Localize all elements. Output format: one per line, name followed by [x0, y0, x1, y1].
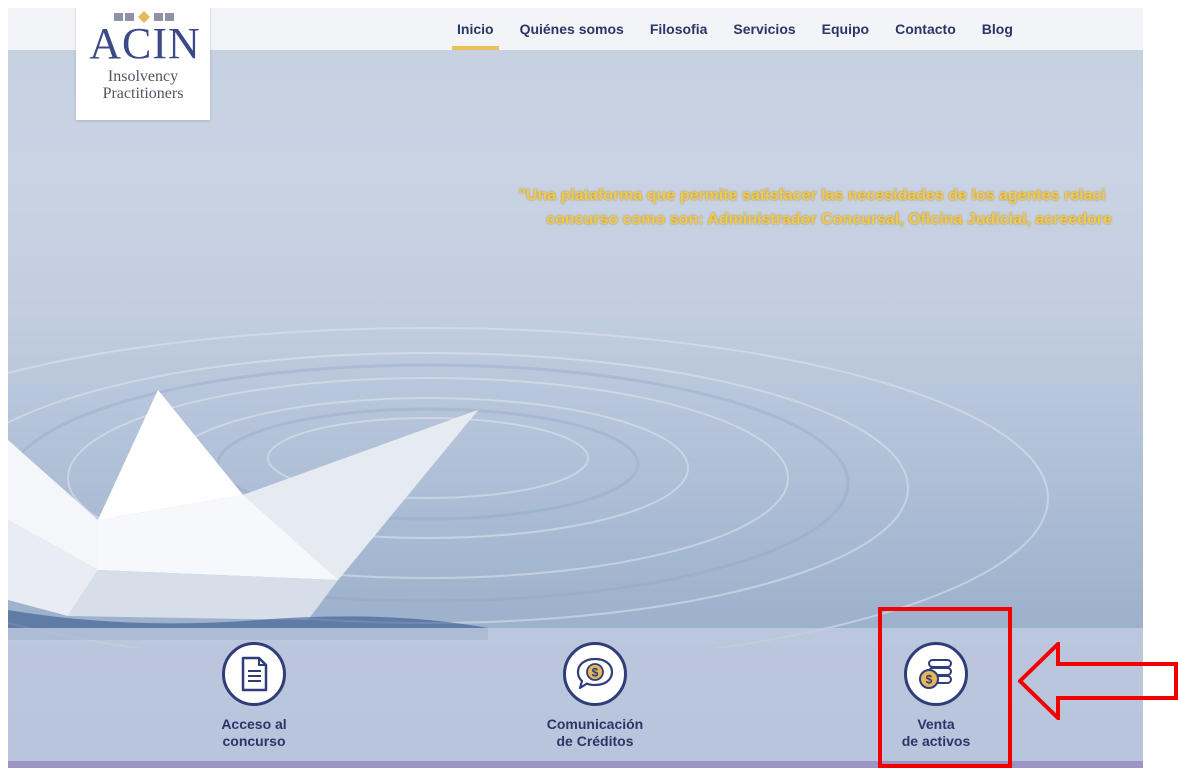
logo-wordmark: ACIN	[89, 19, 201, 68]
logo-subtitle: Insolvency Practitioners	[82, 68, 204, 102]
nav-item-inicio[interactable]: Inicio	[444, 8, 507, 50]
document-icon	[222, 642, 286, 706]
feature-comunicacion-creditos[interactable]: $ Comunicación de Créditos	[505, 642, 685, 750]
feature-acceso-concurso[interactable]: Acceso al concurso	[164, 642, 344, 750]
hero-tagline-line2: concurso como son: Administrador Concurs…	[546, 211, 1112, 228]
svg-text:$: $	[592, 666, 599, 680]
acin-logo[interactable]: ACIN Insolvency Practitioners	[76, 8, 210, 120]
paper-boat-image	[8, 390, 488, 640]
nav-item-servicios[interactable]: Servicios	[720, 8, 808, 50]
main-menu: Inicio Quiénes somos Filosofia Servicios…	[444, 8, 1026, 50]
nav-item-equipo[interactable]: Equipo	[809, 8, 882, 50]
logo-subtitle-line1: Insolvency	[107, 68, 179, 85]
coin-speech-bubble-icon: $	[563, 642, 627, 706]
nav-item-blog[interactable]: Blog	[969, 8, 1026, 50]
nav-item-filosofia[interactable]: Filosofia	[637, 8, 721, 50]
highlight-box-annotation	[878, 607, 1012, 768]
hero-tagline: "Una plataforma que permite satisfacer l…	[412, 184, 1143, 232]
nav-item-quienes-somos[interactable]: Quiénes somos	[507, 8, 637, 50]
hero-tagline-line1: "Una plataforma que permite satisfacer l…	[518, 187, 1106, 204]
logo-subtitle-line2: Practitioners	[102, 85, 184, 102]
nav-item-contacto[interactable]: Contacto	[882, 8, 969, 50]
feature-label: Acceso al concurso	[221, 716, 287, 749]
left-arrow-annotation-icon	[1018, 642, 1178, 720]
feature-label: Comunicación de Créditos	[546, 716, 644, 749]
